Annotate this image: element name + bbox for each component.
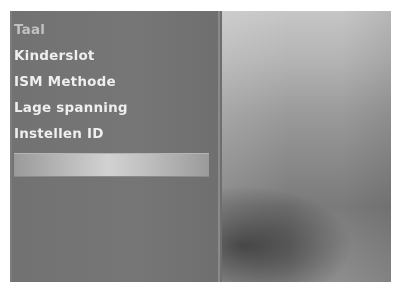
menu-item-kinderslot[interactable]: Kinderslot	[12, 43, 218, 69]
menu-item-instellen-id[interactable]: Instellen ID	[12, 121, 218, 147]
preview-sheen	[222, 11, 391, 282]
settings-menu-panel: Taal Kinderslot ISM Methode Lage spannin…	[10, 11, 220, 282]
preview-panel	[222, 11, 391, 282]
menu-item-lage-spanning[interactable]: Lage spanning	[12, 95, 218, 121]
menu-item-taal[interactable]: Taal	[12, 17, 218, 43]
menu-item-ism-methode[interactable]: ISM Methode	[12, 69, 218, 95]
settings-menu-list: Taal Kinderslot ISM Methode Lage spannin…	[12, 17, 218, 177]
tv-screen: Taal Kinderslot ISM Methode Lage spannin…	[10, 11, 391, 282]
menu-item-highlighted[interactable]	[14, 153, 209, 177]
